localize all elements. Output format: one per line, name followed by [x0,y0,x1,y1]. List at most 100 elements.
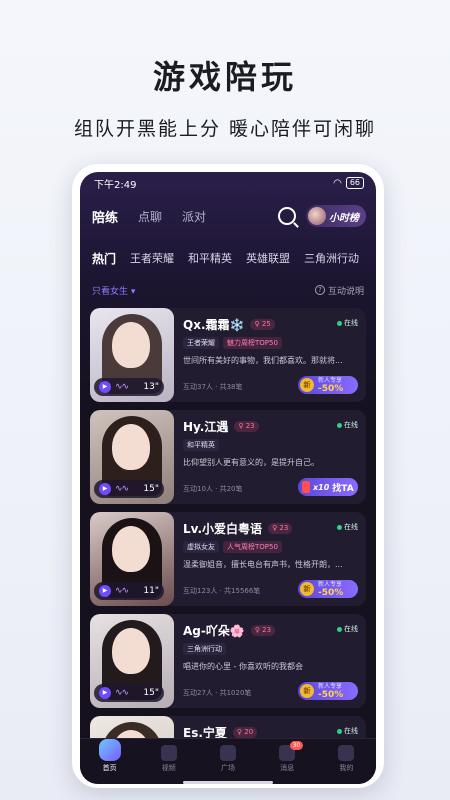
tag-row: 三角洲行动 [183,643,358,655]
companion-info: Hy.江遇 ♀ 23 在线 和平精英 比仰望别人更有意义的，是提升自己。 互动1… [174,410,366,504]
waveform-icon: ∿∿ [115,382,129,392]
name-row: Hy.江遇 ♀ 23 [183,418,358,435]
companion-bio: 温柔御姐音，擅长电台有声书，性格开朗，... [183,560,343,569]
companion-stats: 互动27人 · 共1020笔 [183,689,252,697]
companion-card[interactable]: ▶ ∿∿ 15" Ag-吖朵🌸 ♀ 23 在线 三角洲行动 唱进你的心里 - 你… [90,614,366,708]
age-badge: ♀ 23 [250,625,276,636]
phone-frame: 下午2:49 ◠ 66 陪练 点聊 派对 小时榜 热门 王者荣耀 和平精英 英雄… [72,164,384,788]
nav-video-label: 视频 [161,764,176,772]
play-icon: ▶ [99,585,111,597]
battery-icon: 66 [345,177,364,189]
status-icons: ◠ 66 [333,177,364,189]
category-tabs: 热门 王者荣耀 和平精英 英雄联盟 三角洲行动 [92,248,370,268]
hourly-rank-button[interactable]: 小时榜 [306,205,366,227]
name-row: Ag-吖朵🌸 ♀ 23 [183,622,358,639]
newcomer-discount-button[interactable]: 新 新人专享 -50% [298,682,358,700]
age-value: 23 [279,524,289,532]
avatar [308,207,326,225]
coin-icon: 新 [300,582,314,596]
photo-face [112,526,150,572]
nav-messages-label: 消息 [280,764,295,772]
age-badge: ♀ 20 [232,727,258,738]
companion-bio: 唱进你的心里 - 你喜欢听的我都会 [183,662,303,671]
companion-photo[interactable]: ▶ ∿∿ 13" [90,308,174,402]
category-wangzhe[interactable]: 王者荣耀 [130,250,174,266]
voice-intro-button[interactable]: ▶ ∿∿ 15" [94,684,164,702]
rank-tag: 魅力周榜TOP50 [223,337,282,349]
tab-paidui[interactable]: 派对 [182,208,206,225]
interaction-help-link[interactable]: ? 互动说明 [314,284,364,297]
companion-photo[interactable]: ▶ ∿∿ 15" [90,614,174,708]
online-status: 在线 [337,624,358,634]
companion-photo[interactable]: ▶ ∿∿ 11" [90,512,174,606]
age-value: 20 [244,728,254,736]
companion-card[interactable]: ▶ ∿∿ 15" Hy.江遇 ♀ 23 在线 和平精英 比仰望别人更有意义的，是… [90,410,366,504]
filter-bar: 只看女生 ▾ ? 互动说明 [92,282,364,298]
promo-line2: -50% [318,588,344,598]
video-icon [160,745,177,761]
online-label: 在线 [344,421,358,429]
tab-dianliao[interactable]: 点聊 [138,208,162,225]
play-icon: ▶ [99,381,111,393]
game-tag: 三角洲行动 [183,643,226,655]
promo-line2: -50% [318,384,344,394]
tab-peilian[interactable]: 陪练 [92,207,118,226]
name-row: Lv.小爱白粤语 ♀ 23 [183,520,358,537]
companion-bio: 世间所有美好的事物，我们都喜欢。那就将... [183,356,343,365]
find-label: 找TA [332,483,354,494]
app-screen: 下午2:49 ◠ 66 陪练 点聊 派对 小时榜 热门 王者荣耀 和平精英 英雄… [80,172,376,784]
companion-name: Qx.霜霜❄️ [183,318,245,332]
nav-profile[interactable]: 我的 [326,745,366,773]
companion-stats: 互动10人 · 共20笔 [183,485,243,493]
voice-intro-button[interactable]: ▶ ∿∿ 13" [94,378,164,396]
tag-row: 虚拟女友 人气周榜TOP50 [183,541,358,553]
category-sanjiaozhou[interactable]: 三角洲行动 [304,250,359,266]
nav-square[interactable]: 广场 [208,745,248,773]
companion-name: Lv.小爱白粤语 [183,522,263,536]
nav-video[interactable]: 视频 [149,745,189,773]
companion-card[interactable]: ▶ ∿∿ 11" Lv.小爱白粤语 ♀ 23 在线 虚拟女友 人气周榜TOP50 [90,512,366,606]
promo-text: 新人专享 -50% [318,377,344,394]
online-status: 在线 [337,420,358,430]
gift-icon [302,481,310,493]
category-hot[interactable]: 热门 [92,250,116,267]
category-lol[interactable]: 英雄联盟 [246,250,290,266]
game-tag: 虚拟女友 [183,541,219,553]
find-ta-button[interactable]: x10 找TA [298,478,358,496]
status-time: 下午2:49 [94,179,137,191]
voice-intro-button[interactable]: ▶ ∿∿ 11" [94,582,164,600]
newcomer-discount-button[interactable]: 新 新人专享 -50% [298,376,358,394]
tag-row: 王者荣耀 魅力周榜TOP50 [183,337,358,349]
filter-label: 只看女生 [92,286,129,297]
nav-messages[interactable]: 30 消息 [267,741,307,773]
online-label: 在线 [344,727,358,735]
search-icon[interactable] [278,207,296,225]
nav-home[interactable]: 首页 [90,739,130,773]
rank-tag: 人气周榜TOP50 [223,541,282,553]
coin-icon: 新 [300,378,314,392]
companion-photo[interactable]: ▶ ∿∿ 15" [90,410,174,504]
promo-text: 新人专享 -50% [318,581,344,598]
waveform-icon: ∿∿ [115,586,129,596]
photo-face [112,424,150,470]
age-badge: ♀ 23 [268,523,293,534]
promo-text: 新人专享 -50% [318,683,343,700]
gender-filter-dropdown[interactable]: 只看女生 ▾ [92,284,135,297]
newcomer-discount-button[interactable]: 新 新人专享 -50% [298,580,358,598]
companion-stats: 互动37人 · 共38笔 [183,383,243,391]
online-dot-icon [337,422,342,428]
online-status: 在线 [337,522,358,532]
home-indicator [183,781,273,784]
game-tag: 王者荣耀 [183,337,219,349]
online-dot-icon [337,728,342,734]
companion-card[interactable]: ▶ ∿∿ 13" Qx.霜霜❄️ ♀ 25 在线 王者荣耀 魅力周榜TOP50 [90,308,366,402]
voice-duration: 11" [143,586,159,596]
waveform-icon: ∿∿ [115,484,129,494]
category-heping[interactable]: 和平精英 [188,250,232,266]
age-badge: ♀ 23 [234,421,259,432]
help-label: 互动说明 [327,286,364,297]
tag-row: 和平精英 [183,439,358,451]
message-count-badge: 30 [289,741,304,750]
promo-subtitle: 组队开黑能上分 暖心陪伴可闲聊 [73,118,377,140]
voice-intro-button[interactable]: ▶ ∿∿ 15" [94,480,164,498]
